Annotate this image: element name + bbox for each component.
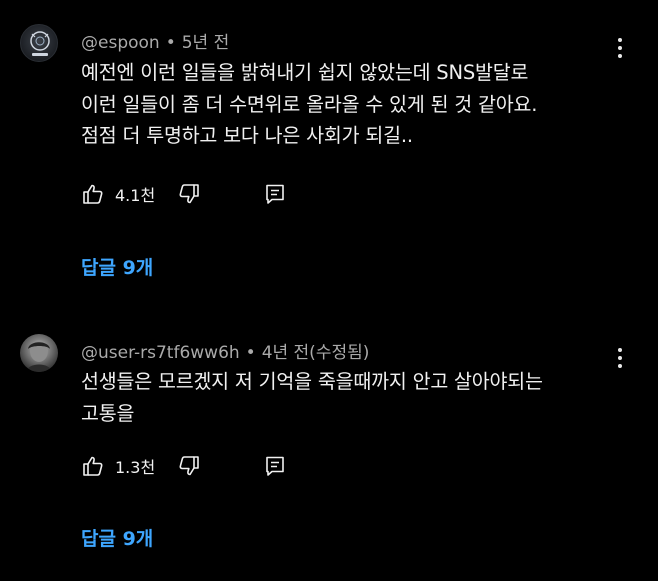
meta-separator: • (165, 33, 176, 53)
comment-line: 고통을 (81, 401, 135, 425)
author-handle[interactable]: @espoon (81, 33, 160, 53)
comment-line: 점점 더 투명하고 보다 나은 사회가 되길.. (81, 124, 413, 147)
view-replies-link[interactable]: 답글 9개 (81, 524, 153, 551)
thumb-up-icon (83, 456, 103, 476)
comment-time[interactable]: 4년 전(수정됨) (262, 343, 370, 363)
comment-text: 선생들은 모르겠지 저 기억을 죽을때까지 안고 살아야되는 고통을 (81, 366, 641, 429)
dislike-button[interactable] (177, 182, 201, 206)
author-handle[interactable]: @user-rs7tf6ww6h (81, 343, 240, 363)
avatar[interactable] (20, 24, 58, 62)
view-replies-link[interactable]: 답글 9개 (81, 253, 153, 280)
comment-text: 예전엔 이런 일들을 밝혀내기 쉽지 않았는데 SNS발달로 이런 일들이 좀 … (81, 57, 641, 152)
thumb-down-icon (179, 456, 199, 476)
comment-meta: @user-rs7tf6ww6h • 4년 전(수정됨) (81, 338, 369, 363)
reply-button[interactable] (263, 454, 287, 478)
like-count: 4.1천 (115, 186, 156, 205)
comment-actions: 1.3천 (81, 452, 284, 480)
like-button[interactable] (81, 454, 105, 478)
comment-icon (266, 184, 284, 204)
like-count: 1.3천 (115, 458, 156, 477)
thumb-down-icon (179, 184, 199, 204)
avatar[interactable] (20, 334, 58, 372)
comment-time[interactable]: 5년 전 (182, 33, 230, 53)
comment-meta: @espoon • 5년 전 (81, 28, 229, 53)
thumb-up-icon (83, 184, 103, 204)
comment-line: 선생들은 모르겠지 저 기억을 죽을때까지 안고 살아야되는 (81, 370, 543, 393)
meta-separator: • (245, 343, 256, 363)
comment-actions: 4.1천 (81, 180, 284, 208)
avatar-logo-icon (30, 31, 50, 56)
dislike-button[interactable] (177, 454, 201, 478)
reply-button[interactable] (263, 182, 287, 206)
avatar-photo-icon (26, 340, 52, 372)
comment-line: 예전엔 이런 일들을 밝혀내기 쉽지 않았는데 SNS발달로 (81, 61, 529, 84)
comment-icon (266, 456, 284, 476)
like-button[interactable] (81, 182, 105, 206)
comment-line: 이런 일들이 좀 더 수면위로 올라올 수 있게 된 것 같아요. (81, 92, 538, 116)
